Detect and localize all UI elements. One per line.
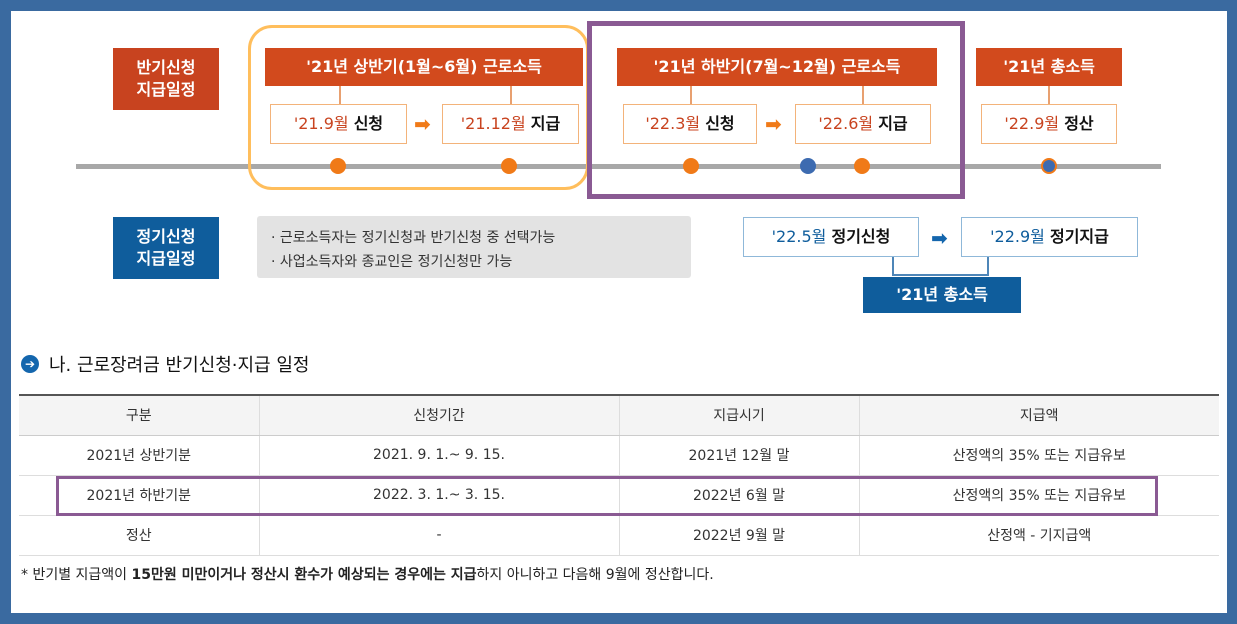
table-cell: 2021년 상반기분	[19, 435, 260, 476]
arrow-right-icon: ➡	[414, 112, 431, 136]
table-cell: 2021. 9. 1.~ 9. 15.	[259, 435, 620, 476]
second-half-pay: '22.6월 지급	[795, 104, 931, 144]
second-half-pay-date: '22.6월	[818, 114, 874, 133]
table-header: 지급시기	[619, 394, 860, 436]
table-cell: 정산	[19, 515, 260, 556]
regular-pay-date: '22.9월	[990, 227, 1045, 246]
second-half-apply: '22.3월 신청	[623, 104, 757, 144]
first-half-pay-date: '21.12월	[460, 114, 526, 133]
regular-label: 정기신청 지급일정	[113, 217, 219, 279]
timeline-dot	[800, 158, 816, 174]
footnote: * 반기별 지급액이 15만원 미만이거나 정산시 환수가 예상되는 경우에는 …	[21, 564, 714, 584]
table-cell: 2021년 12월 말	[619, 435, 860, 476]
second-half-apply-date: '22.3월	[645, 114, 701, 133]
second-half-apply-word: 신청	[705, 114, 735, 133]
semiannual-label: 반기신청 지급일정	[113, 48, 219, 110]
connector	[892, 274, 989, 276]
second-half-heading: '21년 하반기(7월~12월) 근로소득	[617, 48, 937, 86]
table-row: 2021년 상반기분 2021. 9. 1.~ 9. 15. 2021년 12월…	[19, 435, 1219, 476]
connector	[510, 86, 512, 104]
first-half-apply-date: '21.9월	[293, 114, 349, 133]
section-title-text: 나. 근로장려금 반기신청·지급 일정	[49, 355, 310, 376]
table-header-row: 구분 신청기간 지급시기 지급액	[19, 394, 1219, 436]
table-cell: 산정액 - 기지급액	[859, 515, 1219, 556]
arrow-right-icon: ➡	[931, 226, 948, 250]
table-row: 정산 - 2022년 9월 말 산정액 - 기지급액	[19, 515, 1219, 556]
table-cell: 산정액의 35% 또는 지급유보	[859, 435, 1219, 476]
footnote-pre: * 반기별 지급액이	[21, 567, 132, 583]
connector	[987, 257, 989, 275]
table-header: 구분	[19, 394, 260, 436]
timeline-dot	[854, 158, 870, 174]
total-settle-word: 정산	[1064, 114, 1094, 133]
notes-box: · 근로소득자는 정기신청과 반기신청 중 선택가능 · 사업소득자와 종교인은…	[257, 216, 691, 278]
first-half-pay-word: 지급	[530, 114, 561, 133]
arrow-right-icon: ➡	[765, 112, 782, 136]
note-line: · 사업소득자와 종교인은 정기신청만 가능	[271, 254, 513, 270]
regular-pay: '22.9월 정기지급	[961, 217, 1138, 257]
first-half-apply: '21.9월 신청	[270, 104, 407, 144]
connector	[1048, 86, 1050, 104]
table-cell: -	[259, 515, 620, 556]
total-settle-date: '22.9월	[1004, 114, 1060, 133]
section-title: ➔ 나. 근로장려금 반기신청·지급 일정	[21, 351, 309, 377]
total-heading: '21년 총소득	[976, 48, 1122, 86]
table-header: 지급액	[859, 394, 1219, 436]
connector	[862, 86, 864, 104]
timeline-dot	[1041, 158, 1057, 174]
total-settle: '22.9월 정산	[981, 104, 1117, 144]
first-half-apply-word: 신청	[353, 114, 384, 133]
second-half-pay-word: 지급	[878, 114, 908, 133]
regular-label-line1: 정기신청	[136, 227, 196, 246]
first-half-heading: '21년 상반기(1월~6월) 근로소득	[265, 48, 583, 86]
regular-apply: '22.5월 정기신청	[743, 217, 919, 257]
connector	[339, 86, 341, 104]
arrow-circle-icon: ➔	[21, 355, 39, 373]
table-cell: 2022년 9월 말	[619, 515, 860, 556]
regular-apply-date: '22.5월	[771, 227, 827, 246]
regular-apply-word: 정기신청	[831, 227, 891, 246]
second-half-row-highlight	[56, 476, 1158, 516]
table-header: 신청기간	[259, 394, 620, 436]
regular-label-line2: 지급일정	[136, 249, 196, 268]
note-line: · 근로소득자는 정기신청과 반기신청 중 선택가능	[271, 230, 556, 246]
semiannual-label-line2: 지급일정	[136, 80, 196, 99]
connector	[690, 86, 692, 104]
connector	[892, 257, 894, 275]
footnote-post: 하지 아니하고 다음해 9월에 정산합니다.	[476, 567, 714, 583]
schedule-figure: 반기신청 지급일정 정기신청 지급일정 '21년 상반기(1월~6월) 근로소득…	[11, 11, 1227, 613]
semiannual-label-line1: 반기신청	[136, 58, 196, 77]
timeline-dot	[683, 158, 699, 174]
timeline-dot	[501, 158, 517, 174]
footnote-bold: 15만원 미만이거나 정산시 환수가 예상되는 경우에는 지급	[131, 567, 477, 583]
regular-pay-word: 정기지급	[1049, 227, 1109, 246]
schedule-table: 구분 신청기간 지급시기 지급액 2021년 상반기분 2021. 9. 1.~…	[19, 394, 1219, 556]
regular-total-heading: '21년 총소득	[863, 277, 1021, 313]
timeline-dot	[330, 158, 346, 174]
first-half-pay: '21.12월 지급	[442, 104, 579, 144]
